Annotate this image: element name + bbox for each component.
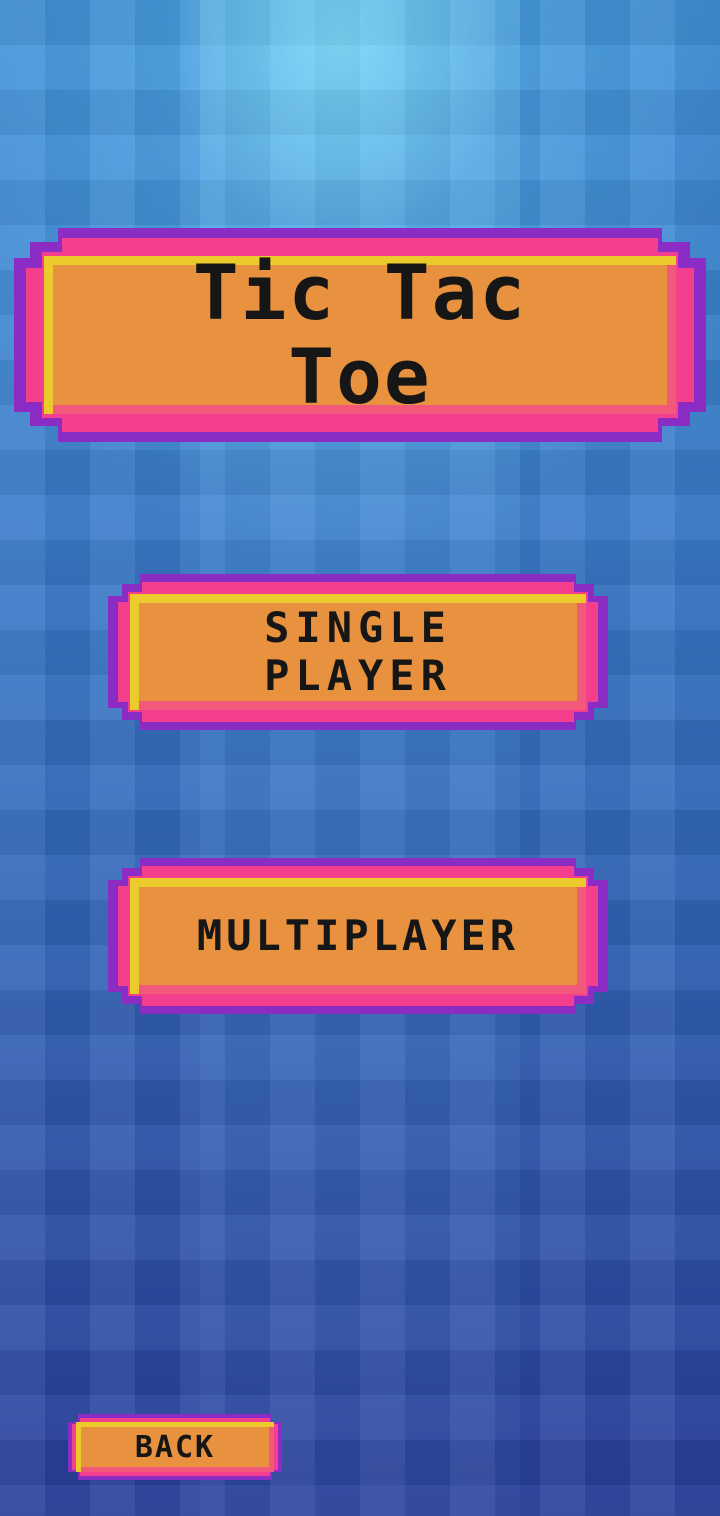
single-player-panel[interactable]: SINGLE PLAYER bbox=[130, 594, 586, 710]
back-panel[interactable]: BACK bbox=[76, 1422, 274, 1472]
back-label: BACK bbox=[134, 1429, 216, 1465]
title-panel: Tic Tac Toe bbox=[44, 251, 676, 419]
single-player-label-line-1: SINGLE bbox=[264, 603, 452, 652]
multiplayer-panel[interactable]: MULTIPLAYER bbox=[130, 878, 586, 994]
multiplayer-label: MULTIPLAYER bbox=[196, 911, 520, 960]
single-player-label-line-2: PLAYER bbox=[264, 651, 452, 700]
title-line-1: Tic Tac bbox=[192, 248, 528, 337]
title-line-2: Toe bbox=[288, 332, 432, 421]
